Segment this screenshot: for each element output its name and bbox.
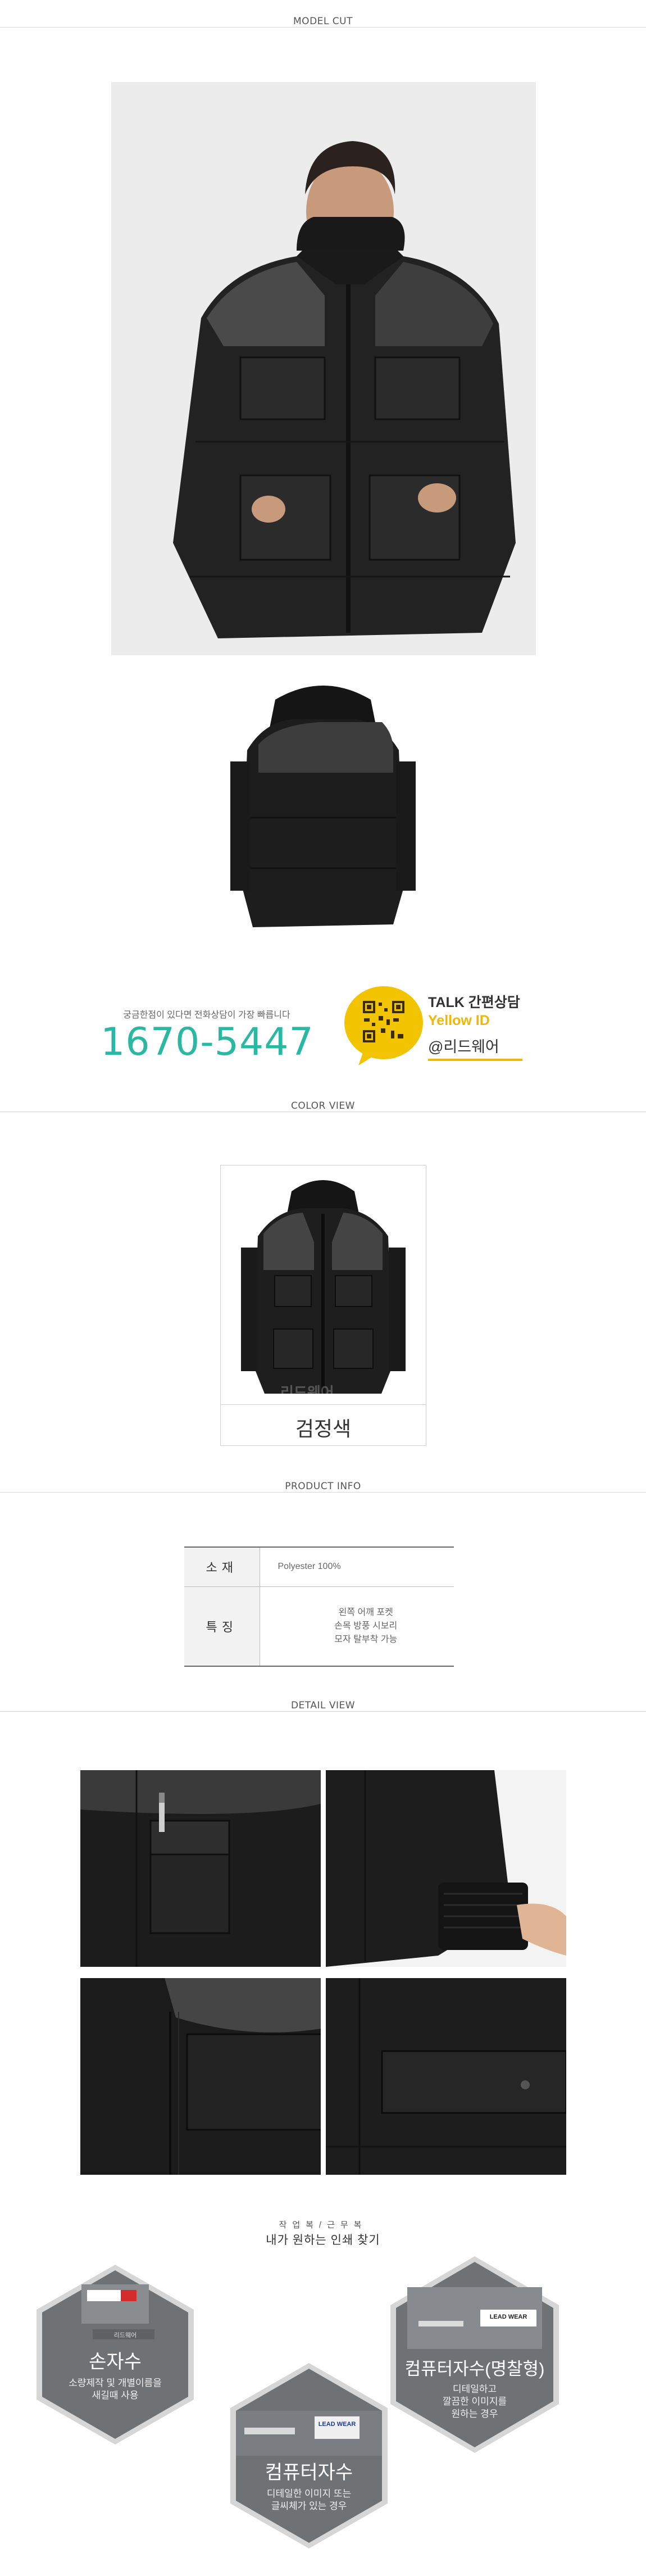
- feature-line: 왼쪽 어깨 포켓: [338, 1607, 393, 1617]
- print-option-nameplate-embroidery[interactable]: LEAD WEAR 컴퓨터자수(명찰형) 디테일하고 깔끔한 이미지를 원하는 …: [385, 2253, 565, 2456]
- detail-photo-pocket: [80, 1770, 321, 1967]
- table-row: 특징 왼쪽 어깨 포켓 손목 방풍 시보리 모자 탈부착 가능: [184, 1586, 454, 1667]
- print-option-badge: 리드웨어: [113, 2332, 137, 2339]
- print-option-title: 컴퓨터자수: [265, 2462, 353, 2483]
- detail-photo-flap: [326, 1978, 566, 2175]
- product-info-table: 소재 Polyester 100% 특징 왼쪽 어깨 포켓 손목 방풍 시보리 …: [184, 1546, 454, 1667]
- print-option-title: 손자수: [89, 2351, 142, 2373]
- print-option-badge: LEAD WEAR: [489, 2314, 527, 2320]
- talk-word: TALK: [428, 995, 465, 1010]
- detail-photo-zipper: [80, 1978, 321, 2175]
- color-swatch-image: 리드웨어: [224, 1169, 422, 1401]
- print-option-desc: 원하는 경우: [451, 2409, 498, 2419]
- feature-key: 특징: [184, 1586, 260, 1667]
- model-cut-header: MODEL CUT: [0, 16, 646, 38]
- color-card-divider: [221, 1404, 426, 1405]
- print-option-desc: 디테일하고: [452, 2384, 497, 2394]
- back-view-photo: [213, 666, 433, 944]
- talk-label: TALK 간편상담: [428, 991, 520, 1012]
- feature-line: 손목 방풍 시보리: [334, 1621, 398, 1631]
- contact-phone-number[interactable]: 1670-5447: [98, 1020, 317, 1064]
- model-photo: [111, 82, 536, 655]
- color-view-label: COLOR VIEW: [291, 1100, 355, 1112]
- color-name: 검정색: [295, 1417, 352, 1440]
- detail-view-header: DETAIL VIEW: [0, 1700, 646, 1722]
- product-detail-page: MODEL CUT 궁금한점이 있다면 전화상담이 가장 빠릅니다 1670-5…: [0, 0, 646, 2576]
- detail-photo-cuff: [326, 1770, 566, 1967]
- product-info-header: PRODUCT INFO: [0, 1481, 646, 1503]
- color-view-header: COLOR VIEW: [0, 1100, 646, 1123]
- kakao-id: @리드웨어: [428, 1038, 499, 1055]
- feature-value: 왼쪽 어깨 포켓 손목 방풍 시보리 모자 탈부착 가능: [260, 1586, 454, 1667]
- qr-code-icon: [342, 982, 426, 1067]
- kakao-underline: [428, 1059, 522, 1061]
- print-option-desc: 소량제작 및 개별이름을: [69, 2378, 162, 2388]
- print-option-title: 컴퓨터자수(명찰형): [404, 2359, 545, 2379]
- print-option-text: 컴퓨터자수(명찰형) 디테일하고 깔끔한 이미지를 원하는 경우: [385, 2355, 565, 2420]
- talk-consult-label: 간편상담: [468, 995, 520, 1010]
- contact-subtitle: 궁금한점이 있다면 전화상담이 가장 빠릅니다: [123, 1010, 290, 1020]
- model-cut-label: MODEL CUT: [293, 16, 353, 27]
- print-option-desc: 디테일한 이미지 또는: [266, 2488, 352, 2499]
- yellow-id-label: Yellow ID: [428, 1013, 490, 1028]
- print-option-text: 손자수 소량제작 및 개별이름을 새길때 사용: [31, 2346, 199, 2402]
- print-option-badge: LEAD WEAR: [318, 2421, 356, 2428]
- watermark-text: 리드웨어: [280, 1384, 334, 1401]
- print-option-desc: 깔끔한 이미지를: [442, 2396, 507, 2407]
- color-swatch-card: 리드웨어 검정색: [220, 1165, 426, 1446]
- print-guide-title: 내가 원하는 인쇄 찾기: [266, 2234, 380, 2247]
- product-info-label: PRODUCT INFO: [285, 1481, 361, 1492]
- detail-view-label: DETAIL VIEW: [290, 1700, 356, 1711]
- kakao-talk-banner[interactable]: TALK 간편상담 Yellow ID @리드웨어: [342, 982, 527, 1072]
- table-row: 소재 Polyester 100%: [184, 1547, 454, 1587]
- print-option-text: 컴퓨터자수 디테일한 이미지 또는 글씨체가 있는 경우: [225, 2457, 393, 2512]
- print-option-desc: 새길때 사용: [92, 2390, 139, 2401]
- print-option-hand-embroidery[interactable]: 손자수 소량제작 및 개별이름을 새길때 사용 리드웨어: [31, 2262, 199, 2447]
- print-guide-small-title: 작업복/근무복: [279, 2220, 367, 2230]
- print-option-desc: 글씨체가 있는 경우: [271, 2501, 347, 2511]
- material-value: Polyester 100%: [260, 1547, 454, 1587]
- feature-line: 모자 탈부착 가능: [334, 1634, 398, 1644]
- print-option-computer-embroidery[interactable]: LEAD WEAR 컴퓨터자수 디테일한 이미지 또는 글씨체가 있는 경우: [225, 2360, 393, 2551]
- material-key: 소재: [184, 1547, 260, 1587]
